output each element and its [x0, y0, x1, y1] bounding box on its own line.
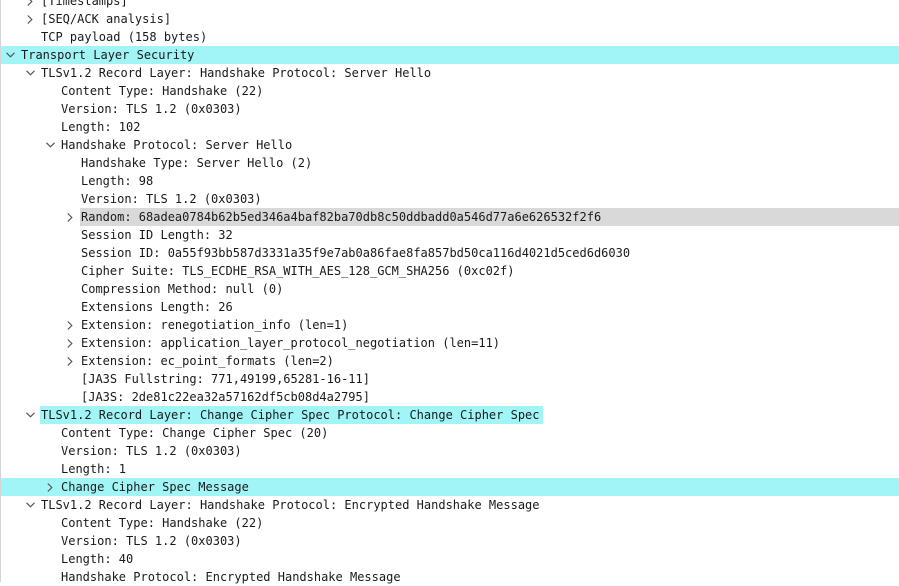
tree-row-length-102[interactable]: Length: 102: [0, 118, 899, 136]
tree-row-version-tls-1-2-0x0303[interactable]: Version: TLS 1.2 (0x0303): [0, 100, 899, 118]
tree-row-length-40[interactable]: Length: 40: [0, 550, 899, 568]
chevron-right-icon[interactable]: [44, 478, 56, 496]
tree-row-label: Extension: renegotiation_info (len=1): [81, 318, 349, 332]
chevron-down-icon[interactable]: [24, 496, 36, 514]
tree-row-label: Version: TLS 1.2 (0x0303): [81, 192, 262, 206]
tree-row-label: Handshake Protocol: Server Hello: [61, 138, 293, 152]
chevron-down-icon[interactable]: [24, 406, 36, 424]
tree-row-change-cipher-spec-message[interactable]: Change Cipher Spec Message: [0, 478, 899, 496]
tree-row-content-type-handshake-22[interactable]: Content Type: Handshake (22): [0, 82, 899, 100]
tree-row-content-type-change-cipher-spec-20[interactable]: Content Type: Change Cipher Spec (20): [0, 424, 899, 442]
tree-row-label: TLSv1.2 Record Layer: Change Cipher Spec…: [40, 406, 543, 424]
tree-row-ja3s-2de81c22ea32a57162df5cb08d4a2795[interactable]: [JA3S: 2de81c22ea32a57162df5cb08d4a2795]: [0, 388, 899, 406]
tree-row-label: [SEQ/ACK analysis]: [41, 12, 172, 26]
tree-row-extension-application-layer-protocol-neg[interactable]: Extension: application_layer_protocol_ne…: [0, 334, 899, 352]
tree-row-label: Handshake Protocol: Encrypted Handshake …: [61, 570, 401, 584]
chevron-right-icon[interactable]: [64, 208, 76, 226]
tree-row-label: TCP payload (158 bytes): [41, 30, 208, 44]
tree-row-label: Change Cipher Spec Message: [61, 480, 249, 494]
tree-row-label: [JA3S: 2de81c22ea32a57162df5cb08d4a2795]: [81, 390, 370, 404]
tree-row-handshake-type-server-hello-2[interactable]: Handshake Type: Server Hello (2): [0, 154, 899, 172]
tree-row-ja3s-fullstring-771-49199-65281-16-11[interactable]: [JA3S Fullstring: 771,49199,65281-16-11]: [0, 370, 899, 388]
chevron-down-icon[interactable]: [44, 136, 56, 154]
tree-row-label: Content Type: Handshake (22): [61, 516, 264, 530]
tree-row-label: Extensions Length: 26: [81, 300, 233, 314]
tree-row-label: Length: 102: [61, 120, 141, 134]
tree-row-label: TLSv1.2 Record Layer: Handshake Protocol…: [41, 66, 432, 80]
tree-row-label: Version: TLS 1.2 (0x0303): [61, 444, 242, 458]
chevron-right-icon[interactable]: [64, 334, 76, 352]
tree-row-content-type-handshake-22[interactable]: Content Type: Handshake (22): [0, 514, 899, 532]
tree-row-label: Extension: application_layer_protocol_ne…: [81, 336, 501, 350]
tree-row-version-tls-1-2-0x0303[interactable]: Version: TLS 1.2 (0x0303): [0, 532, 899, 550]
tree-row-label: Transport Layer Security: [21, 48, 195, 62]
tree-row-cipher-suite-tls-ecdhe-rsa-with-aes-128-[interactable]: Cipher Suite: TLS_ECDHE_RSA_WITH_AES_128…: [0, 262, 899, 280]
tree-row-label: Session ID: 0a55f93bb587d3331a35f9e7ab0a…: [81, 246, 631, 260]
tree-row-transport-layer-security[interactable]: Transport Layer Security: [0, 46, 899, 64]
tree-row-length-98[interactable]: Length: 98: [0, 172, 899, 190]
left-border: [0, 0, 1, 582]
tree-row-tlsv1-2-record-layer-handshake-protocol-[interactable]: TLSv1.2 Record Layer: Handshake Protocol…: [0, 64, 899, 82]
tree-row-label: Handshake Type: Server Hello (2): [81, 156, 313, 170]
tree-row-tlsv1-2-record-layer-change-cipher-spec-[interactable]: TLSv1.2 Record Layer: Change Cipher Spec…: [0, 406, 899, 424]
tree-row-label: [Timestamps]: [41, 0, 128, 8]
tree-row-label: TLSv1.2 Record Layer: Handshake Protocol…: [41, 498, 540, 512]
tree-row-session-id-0a55f93bb587d3331a35f9e7ab0a8[interactable]: Session ID: 0a55f93bb587d3331a35f9e7ab0a…: [0, 244, 899, 262]
tree-row-label: Compression Method: null (0): [81, 282, 284, 296]
tree-row-handshake-protocol-server-hello[interactable]: Handshake Protocol: Server Hello: [0, 136, 899, 154]
tree-row-version-tls-1-2-0x0303[interactable]: Version: TLS 1.2 (0x0303): [0, 442, 899, 460]
tree-row-label: Version: TLS 1.2 (0x0303): [61, 102, 242, 116]
tree-row-tcp-payload-158-bytes[interactable]: TCP payload (158 bytes): [0, 28, 899, 46]
tree-row-length-1[interactable]: Length: 1: [0, 460, 899, 478]
tree-row-label: Cipher Suite: TLS_ECDHE_RSA_WITH_AES_128…: [81, 264, 515, 278]
tree-row-label: Session ID Length: 32: [81, 228, 233, 242]
tree-row-label: Length: 40: [61, 552, 134, 566]
tree-row-label: Content Type: Handshake (22): [61, 84, 264, 98]
tree-row-label: Random: 68adea0784b62b5ed346a4baf82ba70d…: [81, 210, 602, 224]
tree-row-extension-renegotiation-info-len-1[interactable]: Extension: renegotiation_info (len=1): [0, 316, 899, 334]
packet-details-tree: [Timestamps] [SEQ/ACK analysis] TCP payloa…: [0, 0, 899, 586]
tree-row-compression-method-null-0[interactable]: Compression Method: null (0): [0, 280, 899, 298]
tree-row-seq-ack-analysis[interactable]: [SEQ/ACK analysis]: [0, 10, 899, 28]
tree-row-handshake-protocol-encrypted-handshake-m[interactable]: Handshake Protocol: Encrypted Handshake …: [0, 568, 899, 586]
chevron-right-icon[interactable]: [64, 316, 76, 334]
tree-row-extension-ec-point-formats-len-2[interactable]: Extension: ec_point_formats (len=2): [0, 352, 899, 370]
tree-row-tlsv1-2-record-layer-handshake-protocol-[interactable]: TLSv1.2 Record Layer: Handshake Protocol…: [0, 496, 899, 514]
chevron-down-icon[interactable]: [4, 46, 16, 64]
tree-row-label: Version: TLS 1.2 (0x0303): [61, 534, 242, 548]
chevron-right-icon[interactable]: [64, 352, 76, 370]
chevron-right-icon[interactable]: [24, 10, 36, 28]
chevron-right-icon[interactable]: [24, 0, 36, 10]
tree-row-version-tls-1-2-0x0303[interactable]: Version: TLS 1.2 (0x0303): [0, 190, 899, 208]
tree-row-timestamps[interactable]: [Timestamps]: [0, 0, 899, 10]
tree-row-label: Content Type: Change Cipher Spec (20): [61, 426, 329, 440]
tree-row-random-68adea0784b62b5ed346a4baf82ba70db[interactable]: Random: 68adea0784b62b5ed346a4baf82ba70d…: [0, 208, 899, 226]
tree-row-session-id-length-32[interactable]: Session ID Length: 32: [0, 226, 899, 244]
chevron-down-icon[interactable]: [24, 64, 36, 82]
tree-row-label: Extension: ec_point_formats (len=2): [81, 354, 334, 368]
tree-row-label: [JA3S Fullstring: 771,49199,65281-16-11]: [81, 372, 370, 386]
tree-row-extensions-length-26[interactable]: Extensions Length: 26: [0, 298, 899, 316]
tree-row-label: Length: 98: [81, 174, 154, 188]
tree-row-label: Length: 1: [61, 462, 127, 476]
